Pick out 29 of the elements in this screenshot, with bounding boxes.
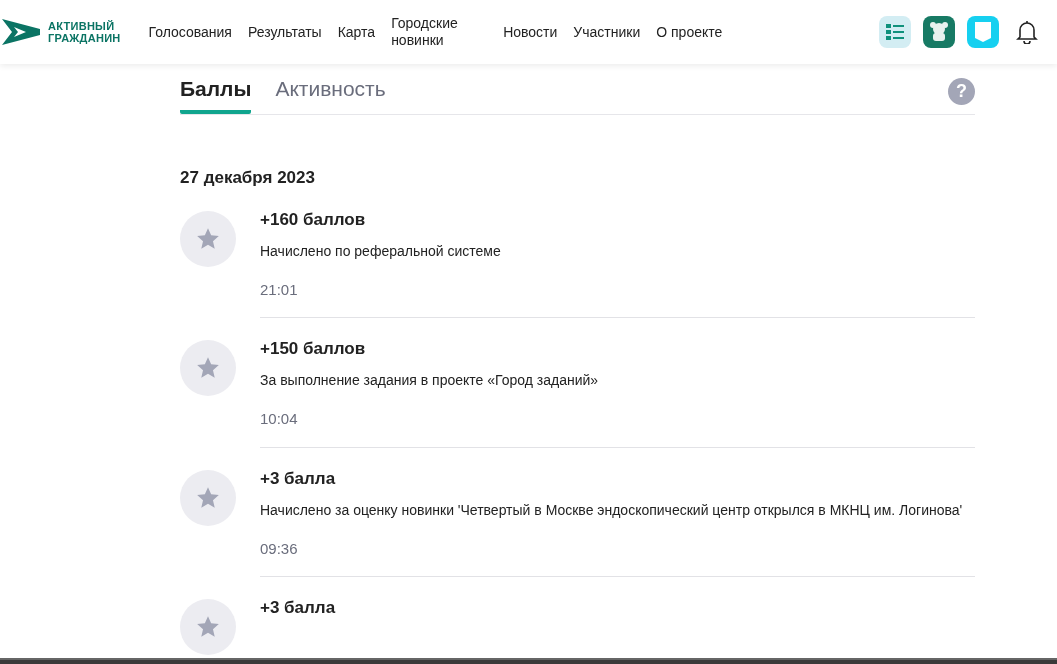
points-description: За выполнение задания в проекте «Город заданий» (260, 371, 600, 390)
logo-text: АКТИВНЫЙ (48, 20, 116, 32)
date-heading: 27 декабря 2023 (180, 167, 316, 189)
entry-time: 09:36 (260, 538, 299, 559)
logo-icon[interactable] (2, 17, 40, 47)
points-amount: +160 баллов (260, 208, 367, 231)
logo-text: ГРАЖДАНИН (48, 32, 121, 44)
entry-time: 21:01 (260, 279, 299, 300)
nav-link[interactable]: О проекте (656, 23, 723, 41)
nav-link[interactable]: Участники (573, 23, 641, 41)
nav-link[interactable]: Карта (337, 23, 376, 41)
tab[interactable]: Баллы (180, 72, 252, 114)
bear-icon (929, 21, 949, 43)
nav-link[interactable]: Результаты (247, 23, 322, 41)
points-description: Начислено по реферальной системе (260, 241, 502, 261)
nav-link[interactable]: Голосования (148, 23, 232, 41)
nav-link[interactable]: Городские новинки (391, 15, 488, 49)
points-amount: +150 баллов (260, 338, 367, 360)
list-icon (886, 23, 904, 41)
points-amount: +3 балла (260, 597, 337, 619)
list-button[interactable] (879, 16, 911, 48)
pocket-icon (975, 22, 991, 42)
bear-button[interactable] (923, 16, 955, 48)
points-description: Начислено за оценку новинки 'Четвертый в Москве эндоскопический центр открылся в МКНЦ им. Логинова' (260, 500, 964, 520)
bell-icon (1016, 20, 1038, 44)
entry-time: 10:04 (260, 409, 299, 429)
points-amount: +3 балла (260, 467, 337, 490)
nav-link[interactable]: Новости (503, 23, 558, 41)
tab[interactable]: Активность (275, 72, 386, 114)
